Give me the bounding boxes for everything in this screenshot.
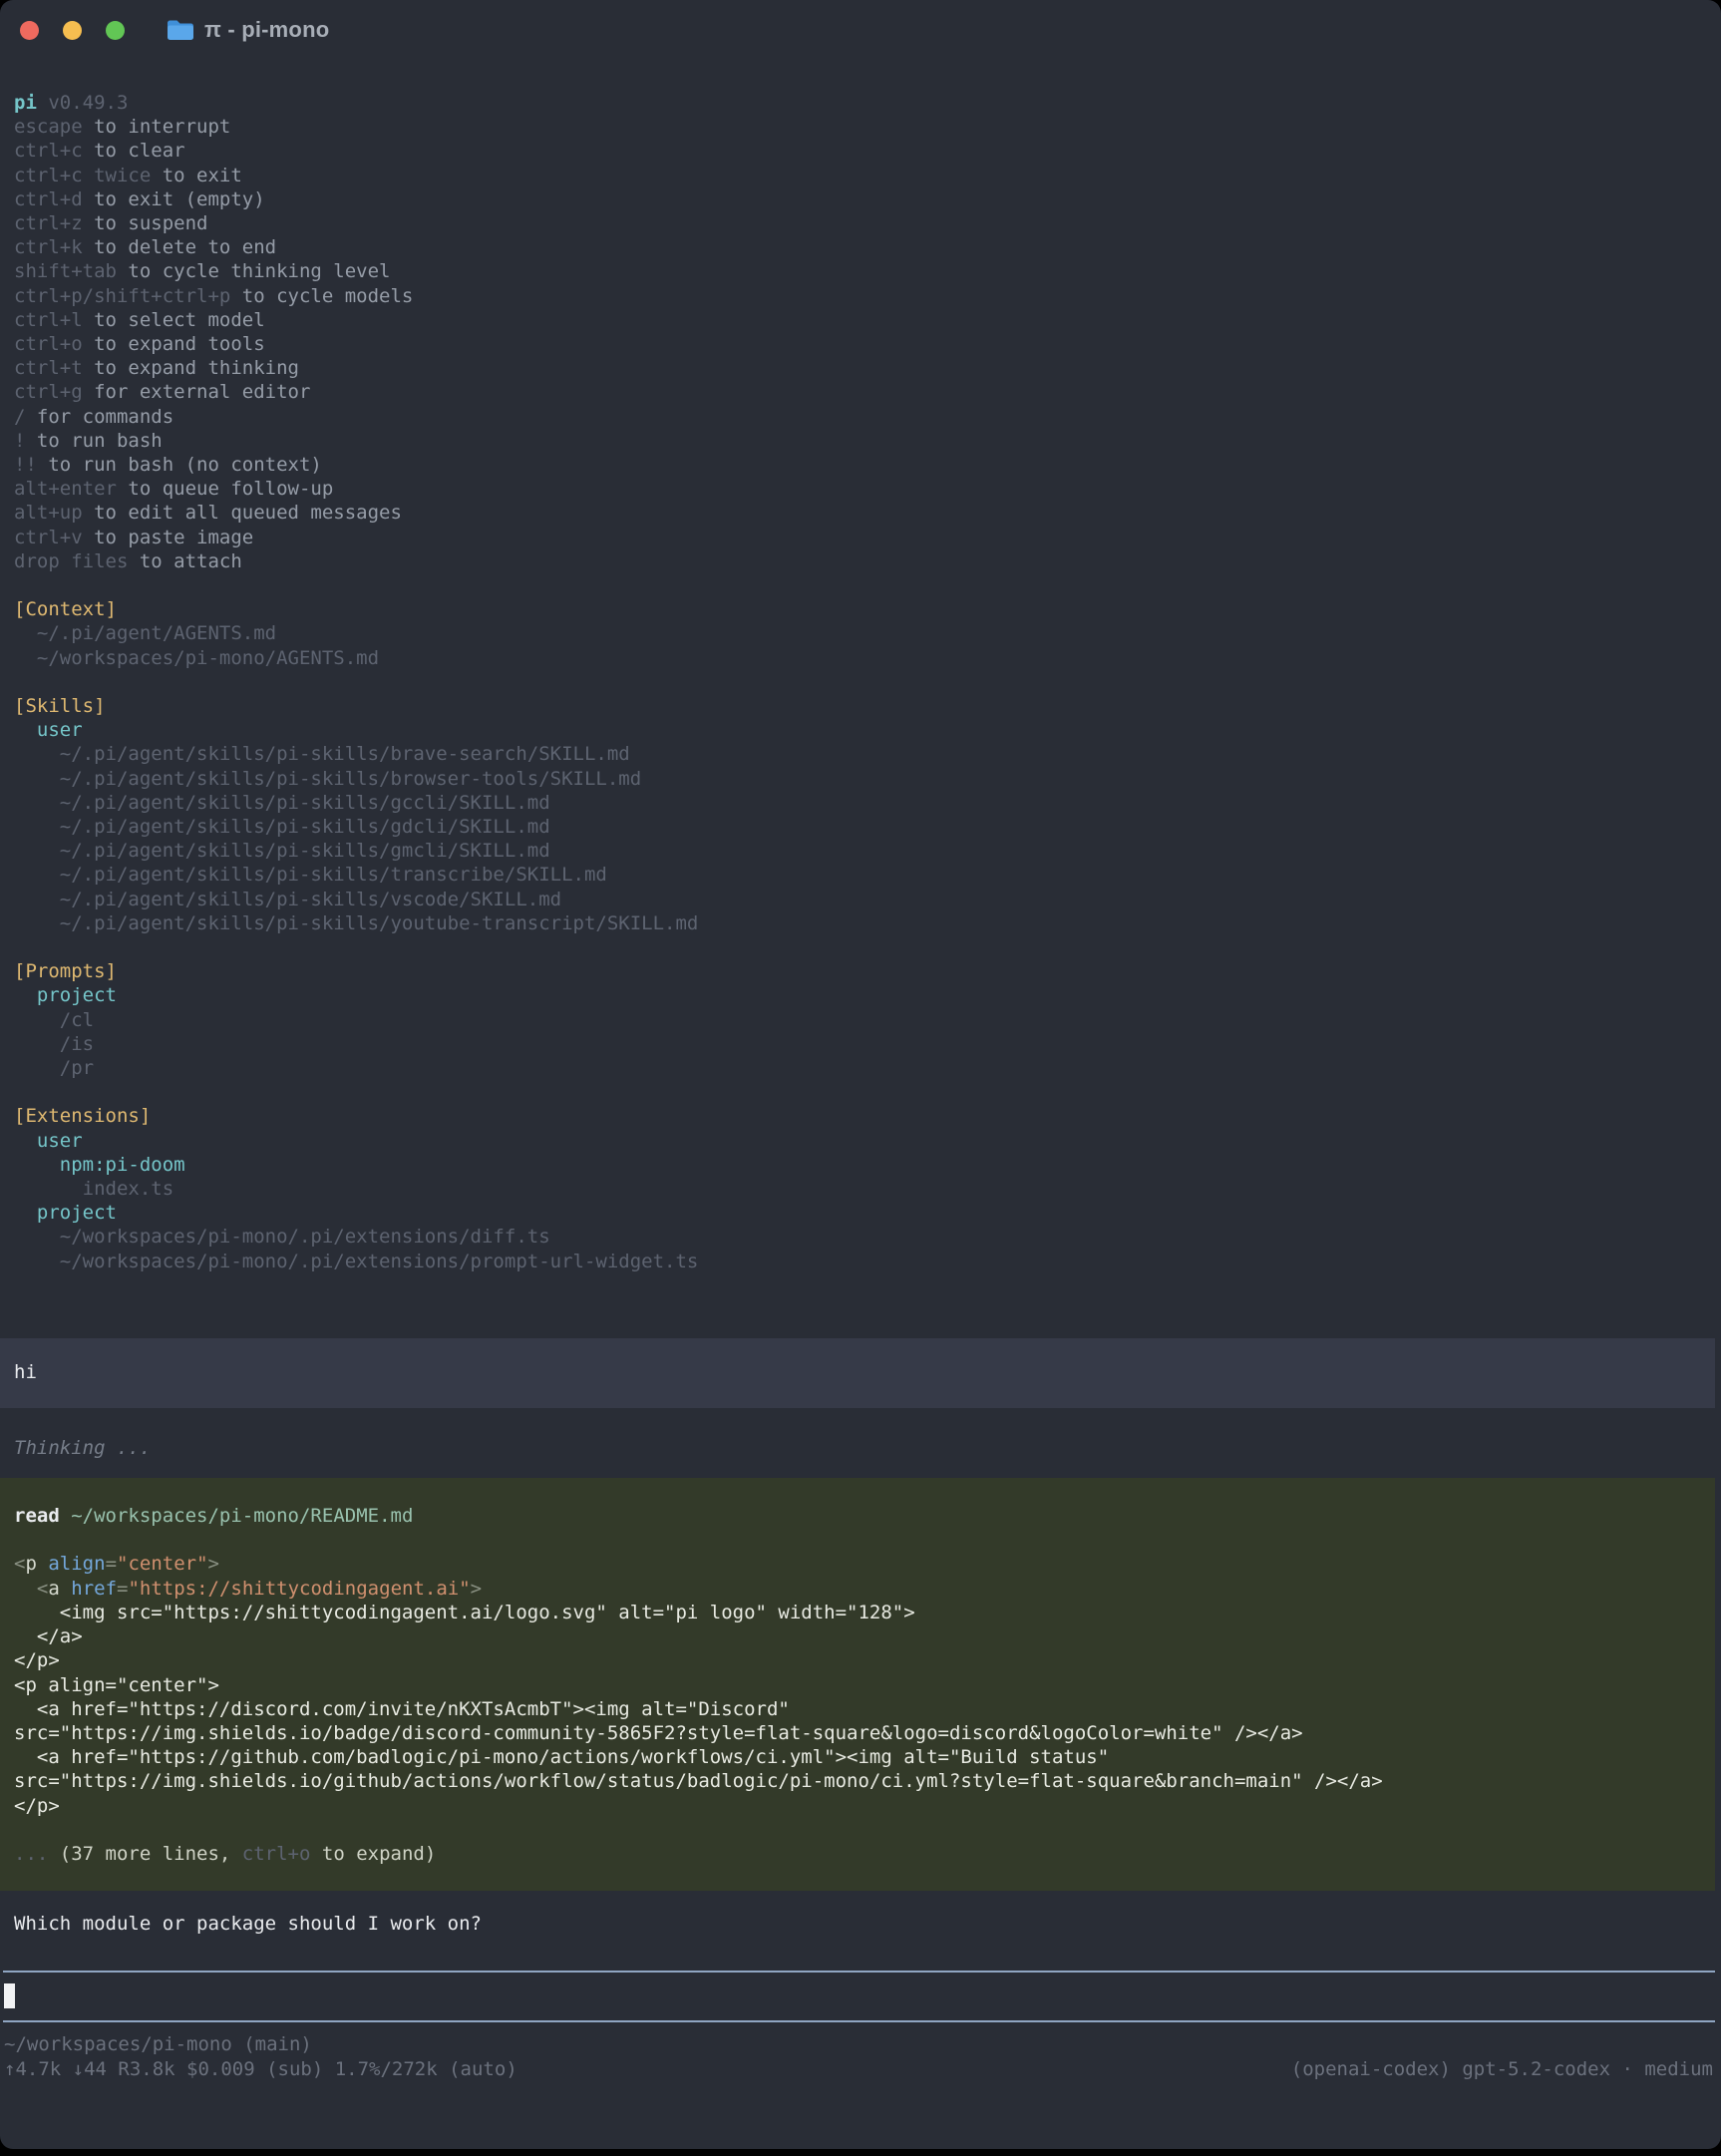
assistant-message: Which module or package should I work on… — [0, 1912, 1721, 1936]
startup-sections: [Context] ~/.pi/agent/AGENTS.md ~/worksp… — [14, 573, 1721, 1273]
section-item: user — [14, 718, 1721, 742]
code-line: </a> — [14, 1624, 1715, 1648]
tool-argument: ~/workspaces/pi-mono/README.md — [60, 1505, 414, 1527]
section-item: ~/.pi/agent/skills/pi-skills/gdcli/SKILL… — [14, 815, 1721, 839]
spacer — [14, 935, 1721, 959]
spacer — [14, 1818, 1715, 1842]
section-title: [Skills] — [14, 694, 1721, 718]
section-item: ~/.pi/agent/skills/pi-skills/youtube-tra… — [14, 911, 1721, 935]
section-item: index.ts — [14, 1177, 1721, 1201]
window-controls — [20, 21, 125, 40]
shortcut-line: alt+up to edit all queued messages — [14, 501, 1721, 525]
folder-icon — [167, 19, 194, 41]
shortcut-line: ctrl+c twice to exit — [14, 164, 1721, 187]
shortcut-line: ctrl+k to delete to end — [14, 235, 1721, 259]
shortcut-line: escape to interrupt — [14, 115, 1721, 139]
shortcut-line: / for commands — [14, 405, 1721, 429]
app-name: pi — [14, 92, 37, 114]
window-title: π - pi-mono — [204, 17, 329, 43]
shortcut-line: ctrl+t to expand thinking — [14, 356, 1721, 380]
shortcut-line: shift+tab to cycle thinking level — [14, 259, 1721, 283]
section-item: project — [14, 983, 1721, 1007]
section-item: /is — [14, 1032, 1721, 1056]
tool-name: read — [14, 1505, 60, 1527]
terminal-window: π - pi-mono pi v0.49.3 escape to interru… — [0, 0, 1721, 2149]
code-line: <p align="center"> — [14, 1673, 1715, 1697]
shortcut-line: ctrl+l to select model — [14, 308, 1721, 332]
shortcut-line: ctrl+d to exit (empty) — [14, 187, 1721, 211]
code-line: src="https://img.shields.io/github/actio… — [14, 1769, 1715, 1793]
code-line: <img src="https://shittycodingagent.ai/l… — [14, 1601, 1715, 1624]
shortcut-line: ! to run bash — [14, 429, 1721, 453]
status-bar: ~/workspaces/pi-mono (main) ↑4.7k ↓44 R3… — [0, 2032, 1721, 2080]
token-stats: ↑4.7k ↓44 R3.8k $0.009 (sub) 1.7%/272k (… — [4, 2057, 517, 2081]
code-line: <a href="https://discord.com/invite/nKXT… — [14, 1697, 1715, 1721]
shortcut-line: alt+enter to queue follow-up — [14, 477, 1721, 501]
read-tool-block: read ~/workspaces/pi-mono/README.md <p a… — [0, 1478, 1715, 1891]
code-line: src="https://img.shields.io/badge/discor… — [14, 1721, 1715, 1745]
section-item: ~/.pi/agent/skills/pi-skills/gccli/SKILL… — [14, 791, 1721, 815]
section-item: ~/.pi/agent/skills/pi-skills/vscode/SKIL… — [14, 888, 1721, 911]
section-title: [Prompts] — [14, 959, 1721, 983]
tool-call-header: read ~/workspaces/pi-mono/README.md — [14, 1504, 1715, 1528]
section-item: ~/.pi/agent/skills/pi-skills/browser-too… — [14, 767, 1721, 791]
user-message-text: hi — [14, 1361, 37, 1383]
minimize-button[interactable] — [63, 21, 82, 40]
shortcut-list: escape to interruptctrl+c to clearctrl+c… — [14, 115, 1721, 573]
code-line: <p align="center"> — [14, 1552, 1715, 1576]
section-item: ~/.pi/agent/skills/pi-skills/brave-searc… — [14, 742, 1721, 766]
section-item: ~/.pi/agent/AGENTS.md — [14, 621, 1721, 645]
spacer — [14, 670, 1721, 694]
titlebar: π - pi-mono — [0, 0, 1721, 60]
tool-output-footer[interactable]: ... (37 more lines, ctrl+o to expand) — [14, 1842, 1715, 1866]
zoom-button[interactable] — [106, 21, 125, 40]
section-item: project — [14, 1201, 1721, 1225]
code-line: <a href="https://shittycodingagent.ai"> — [14, 1577, 1715, 1601]
shortcut-line: ctrl+p/shift+ctrl+p to cycle models — [14, 284, 1721, 308]
cwd-status: ~/workspaces/pi-mono (main) — [4, 2032, 1713, 2056]
shortcut-line: ctrl+c to clear — [14, 139, 1721, 163]
shortcut-line: ctrl+z to suspend — [14, 211, 1721, 235]
startup-intro: pi v0.49.3 escape to interruptctrl+c to … — [0, 91, 1721, 1273]
section-item: npm:pi-doom — [14, 1153, 1721, 1177]
app-version-line: pi v0.49.3 — [14, 91, 1721, 115]
section-title: [Context] — [14, 597, 1721, 621]
spacer — [14, 1528, 1715, 1552]
app-version: v0.49.3 — [37, 92, 129, 114]
section-item: ~/workspaces/pi-mono/.pi/extensions/prom… — [14, 1250, 1721, 1273]
section-item: /cl — [14, 1008, 1721, 1032]
shortcut-line: drop files to attach — [14, 549, 1721, 573]
shortcut-line: ctrl+o to expand tools — [14, 332, 1721, 356]
thinking-indicator: Thinking ... — [0, 1436, 1721, 1460]
shortcut-line: ctrl+v to paste image — [14, 526, 1721, 549]
section-item: ~/.pi/agent/skills/pi-skills/gmcli/SKILL… — [14, 839, 1721, 863]
section-item: ~/workspaces/pi-mono/.pi/extensions/diff… — [14, 1225, 1721, 1249]
close-button[interactable] — [20, 21, 39, 40]
code-line: </p> — [14, 1648, 1715, 1672]
user-message: hi — [0, 1338, 1715, 1408]
section-item: user — [14, 1129, 1721, 1153]
section-item: ~/workspaces/pi-mono/AGENTS.md — [14, 646, 1721, 670]
tool-output-code: <p align="center"> <a href="https://shit… — [14, 1552, 1715, 1817]
status-row: ↑4.7k ↓44 R3.8k $0.009 (sub) 1.7%/272k (… — [4, 2057, 1713, 2081]
shortcut-line: !! to run bash (no context) — [14, 453, 1721, 477]
spacer — [14, 1080, 1721, 1104]
prompt-input[interactable] — [3, 1971, 1715, 2022]
spacer — [14, 573, 1721, 597]
section-item: ~/.pi/agent/skills/pi-skills/transcribe/… — [14, 863, 1721, 887]
model-info: (openai-codex) gpt-5.2-codex · medium — [1291, 2057, 1713, 2081]
code-line: <a href="https://github.com/badlogic/pi-… — [14, 1745, 1715, 1769]
section-item: /pr — [14, 1056, 1721, 1080]
section-title: [Extensions] — [14, 1104, 1721, 1128]
shortcut-line: ctrl+g for external editor — [14, 380, 1721, 404]
text-cursor — [4, 1983, 15, 2008]
terminal-content: pi v0.49.3 escape to interruptctrl+c to … — [0, 60, 1721, 2081]
code-line: </p> — [14, 1794, 1715, 1818]
